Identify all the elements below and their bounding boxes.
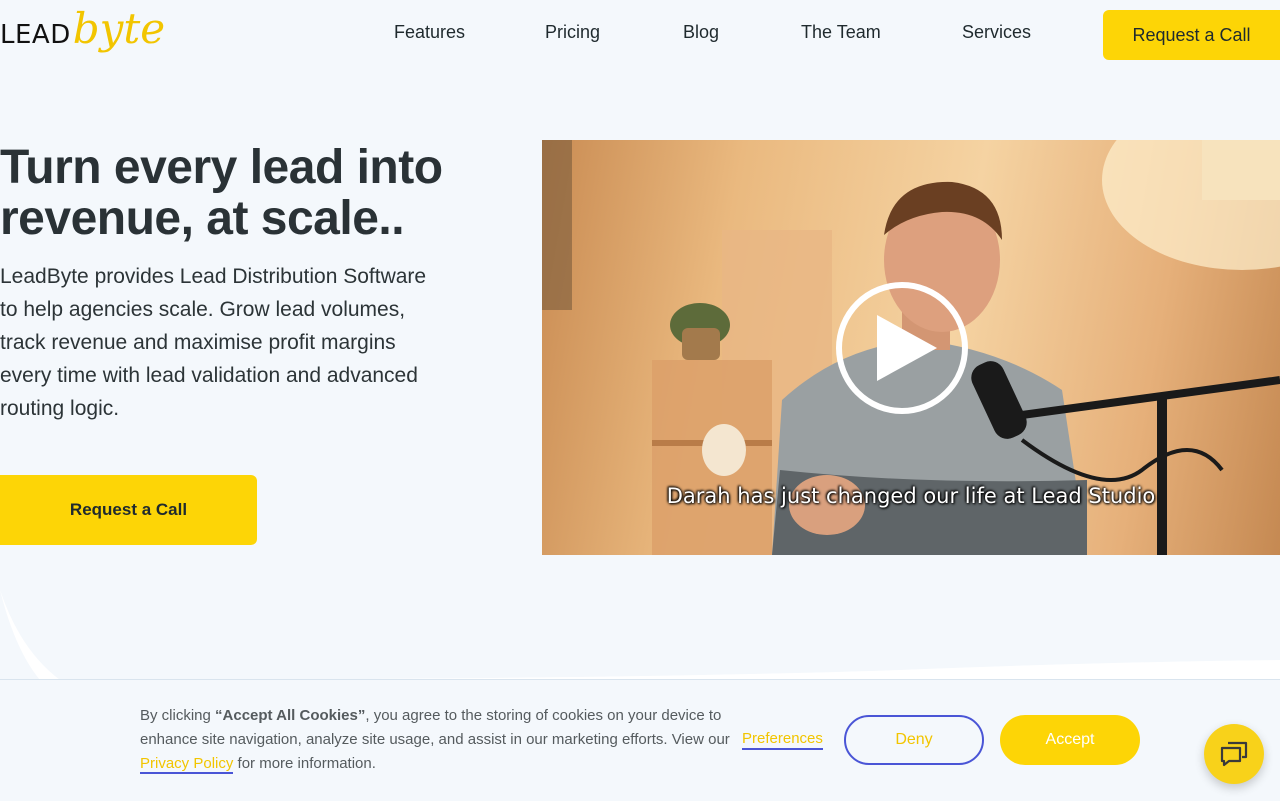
- hero-description: LeadByte provides Lead Distribution Soft…: [0, 265, 427, 420]
- nav-blog[interactable]: Blog: [683, 22, 719, 43]
- cookie-text-bold: “Accept All Cookies”: [215, 707, 366, 724]
- play-icon: [877, 315, 937, 381]
- chat-icon: [1220, 741, 1248, 767]
- privacy-policy-link[interactable]: Privacy Policy: [140, 755, 234, 774]
- nav-pricing[interactable]: Pricing: [545, 22, 600, 43]
- nav-the-team[interactable]: The Team: [801, 22, 881, 43]
- video-caption: Darah has just changed our life at Lead …: [666, 484, 1156, 508]
- cookie-deny-button[interactable]: Deny: [844, 715, 984, 765]
- play-button[interactable]: [836, 282, 968, 414]
- hero-title: Turn every lead into revenue, at scale..: [0, 141, 443, 245]
- decorative-wave: [0, 590, 1280, 680]
- cookie-text-prefix: By clicking: [140, 707, 216, 724]
- cookie-consent-text: By clicking “Accept All Cookies”, you ag…: [140, 704, 730, 776]
- chat-launcher-button[interactable]: [1204, 724, 1264, 784]
- header-request-call-button[interactable]: Request a Call: [1103, 10, 1280, 60]
- hero-request-call-button[interactable]: Request a Call: [0, 475, 257, 545]
- logo-lead-text: LEAD: [0, 20, 71, 50]
- nav-services[interactable]: Services: [962, 22, 1031, 43]
- leadbyte-logo[interactable]: LEAD byte: [0, 4, 166, 53]
- cookie-banner: By clicking “Accept All Cookies”, you ag…: [0, 679, 1280, 801]
- cookie-accept-button[interactable]: Accept: [1000, 715, 1140, 765]
- logo-byte-text: byte: [72, 4, 166, 53]
- cookie-text-suffix: for more information.: [233, 755, 376, 772]
- cookie-preferences-link[interactable]: Preferences: [742, 730, 823, 750]
- testimonial-video[interactable]: Darah has just changed our life at Lead …: [542, 140, 1280, 555]
- nav-features[interactable]: Features: [394, 22, 465, 43]
